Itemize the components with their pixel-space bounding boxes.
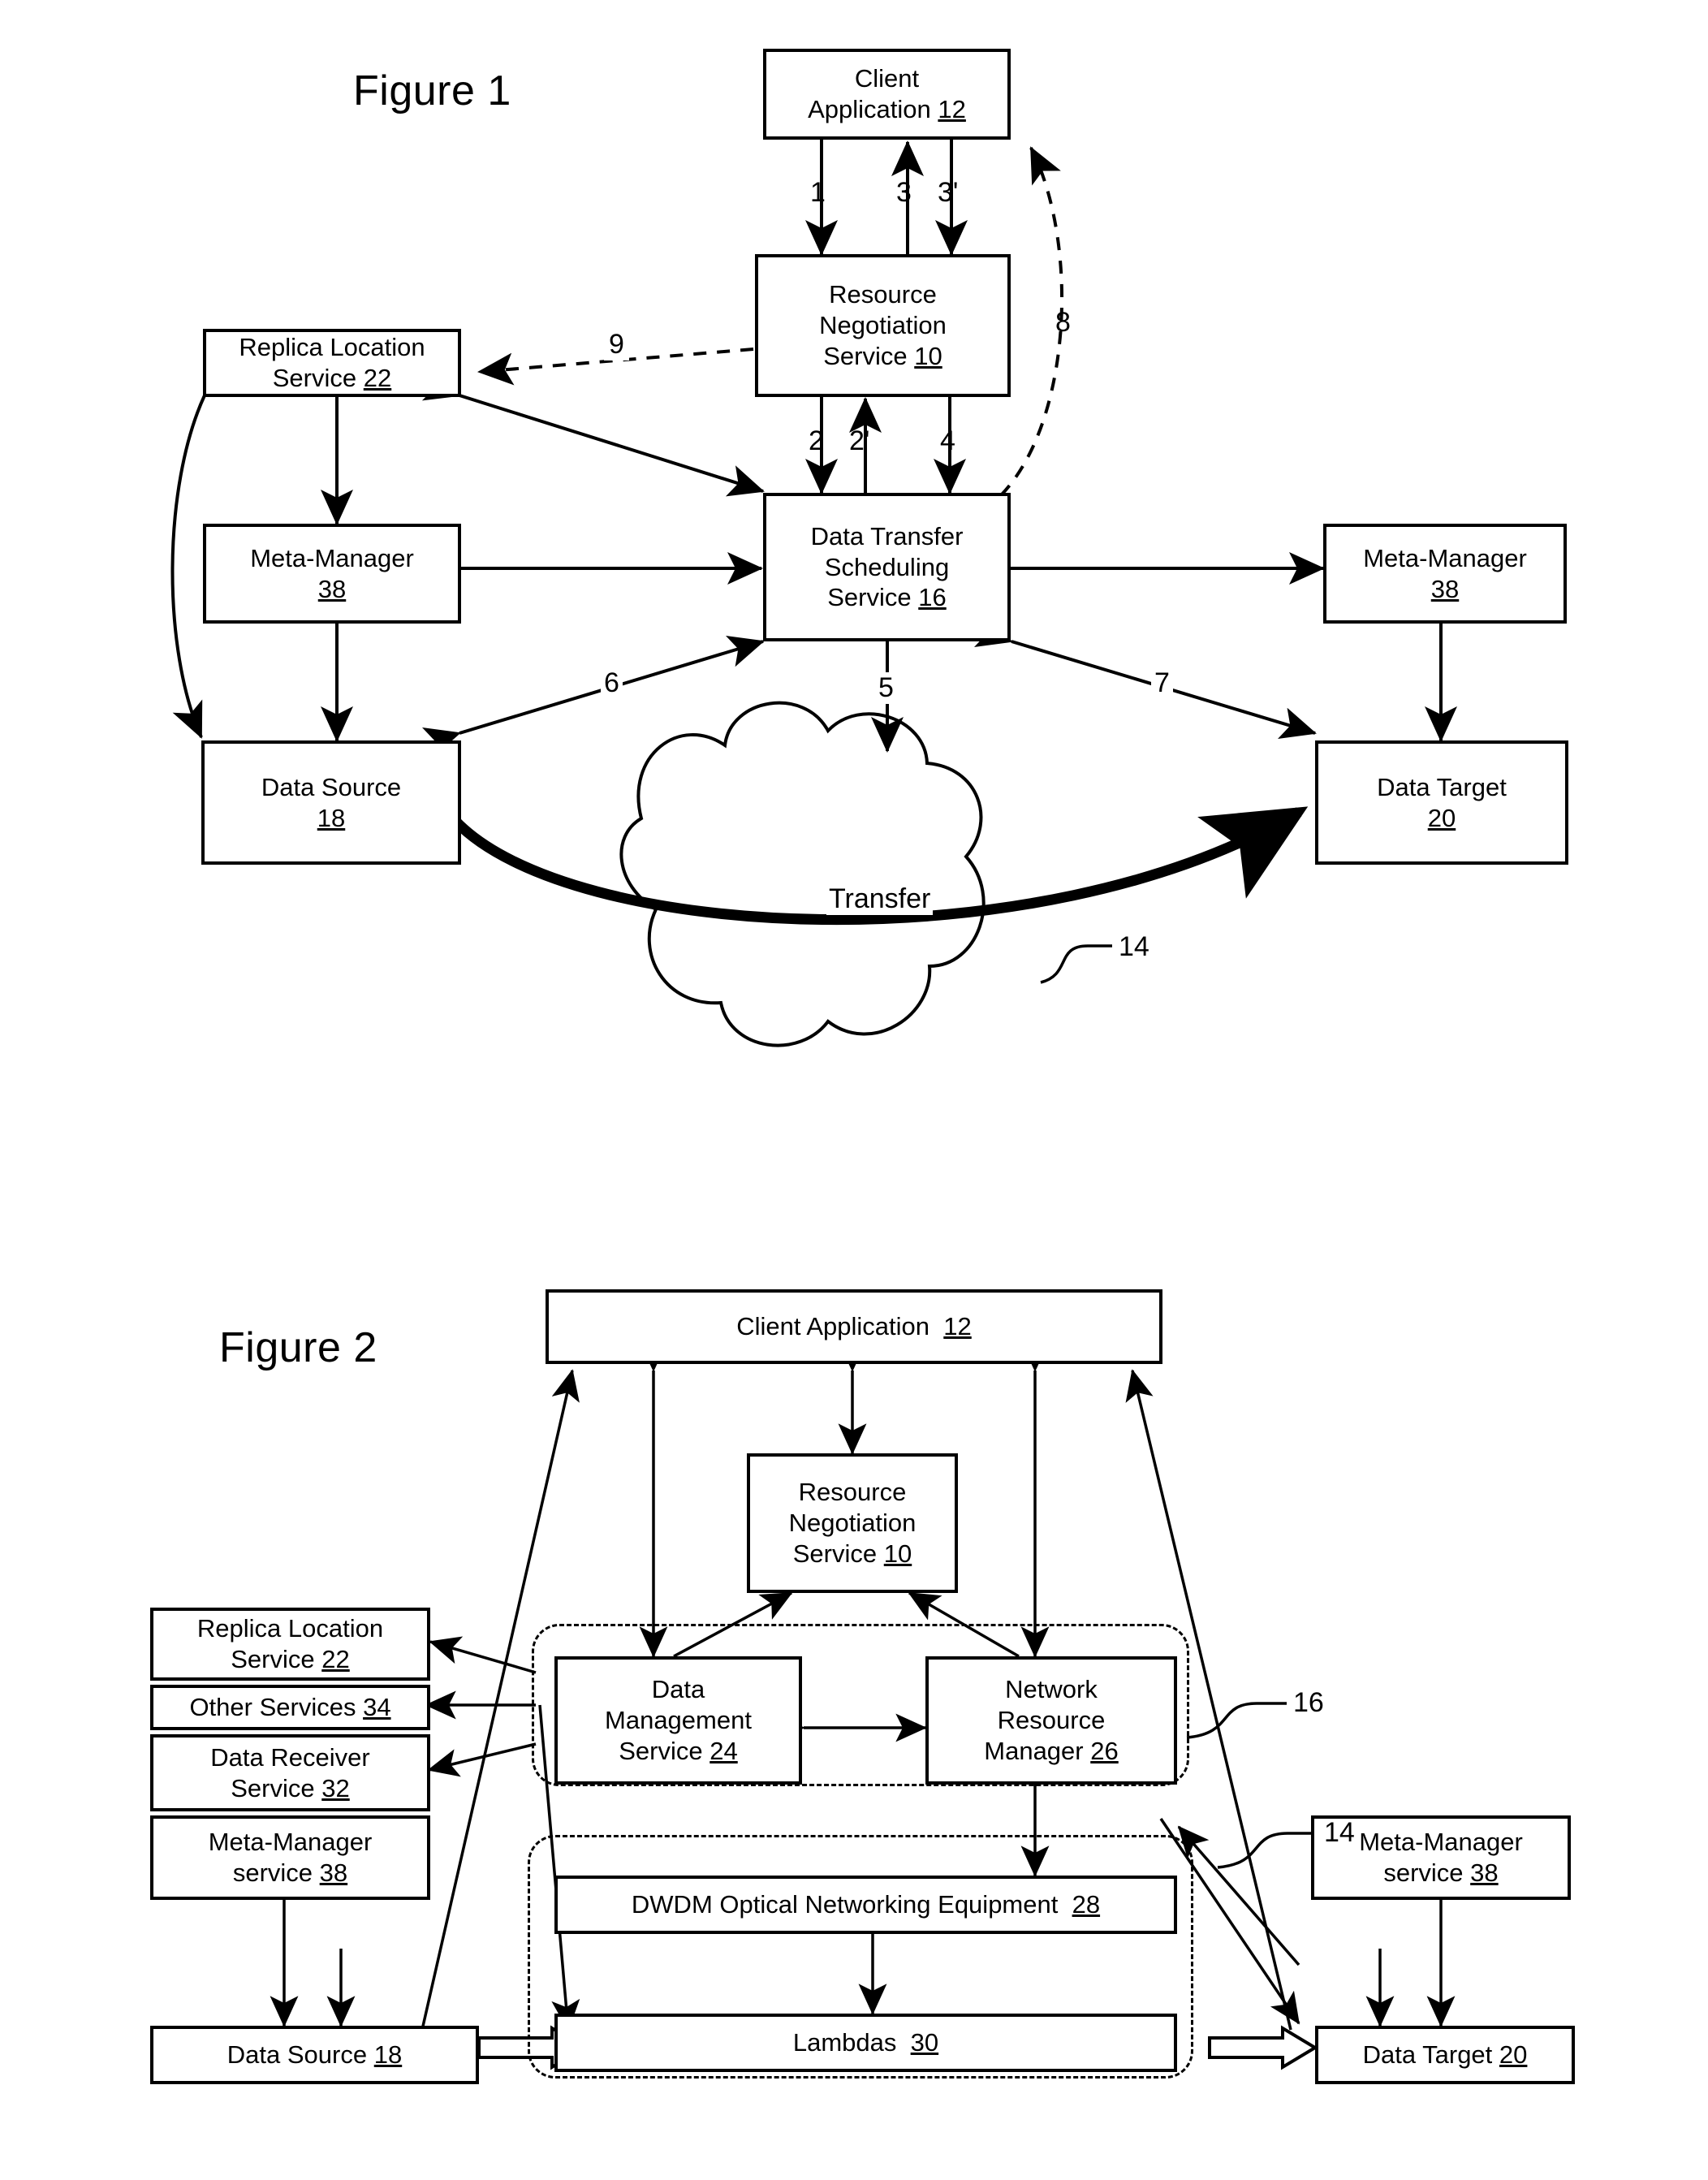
fig2-other-services-ref: 34 (363, 1693, 391, 1722)
fig2-dms-ref: 24 (710, 1736, 738, 1765)
fig2-meta-manager-left-box[interactable]: Meta-Manager service 38 (150, 1815, 430, 1900)
fig2-dms-line3: Service 24 (619, 1736, 738, 1765)
fig2-data-target-line: Data Target 20 (1362, 2040, 1528, 2070)
fig2-data-target-ref: 20 (1499, 2040, 1528, 2070)
fig2-drs-line2: Service 32 (231, 1773, 350, 1802)
fig2-mml-ref: 38 (319, 1858, 348, 1887)
fig2-client-application-ref: 12 (943, 1312, 972, 1341)
fig2-network-resource-manager-box[interactable]: Network Resource Manager 26 (925, 1656, 1177, 1785)
fig2-mmr-ref: 38 (1470, 1858, 1499, 1887)
fig2-rns-line2: Negotiation (788, 1509, 917, 1538)
fig2-dms-line1: Data (651, 1675, 705, 1704)
fig2-nrm-ref: 26 (1090, 1736, 1119, 1765)
fig2-nrm-line3: Manager 26 (984, 1736, 1119, 1765)
fig2-drs-ref: 32 (321, 1773, 350, 1802)
fig2-rls-line2: Service 22 (231, 1645, 350, 1673)
fig2-mmr-line2: service 38 (1383, 1858, 1499, 1887)
fig2-rns-ref: 10 (883, 1539, 912, 1568)
fig2-client-application-line: Client Application 12 (736, 1312, 972, 1341)
fig2-drs-line1: Data Receiver (210, 1742, 370, 1772)
fig2-dwdm-line: DWDM Optical Networking Equipment 28 (631, 1890, 1101, 1919)
fig2-data-target-box[interactable]: Data Target 20 (1315, 2026, 1575, 2084)
fig2-lambdas-ref: 30 (910, 2028, 939, 2057)
fig2-lambdas-line: Lambdas 30 (792, 2028, 939, 2057)
fig2-ref-label-14: 14 (1324, 1817, 1355, 1848)
fig2-nrm-line1: Network (1005, 1675, 1098, 1704)
fig2-resource-negotiation-box[interactable]: Resource Negotiation Service 10 (747, 1453, 958, 1593)
fig2-dms-line2: Management (605, 1706, 752, 1735)
fig2-dwdm-box[interactable]: DWDM Optical Networking Equipment 28 (554, 1876, 1177, 1934)
fig2-ref-label-16: 16 (1293, 1687, 1324, 1718)
fig2-data-source-ref: 18 (373, 2040, 403, 2070)
fig2-rns-line1: Resource (798, 1478, 907, 1507)
fig2-mml-line2: service 38 (232, 1858, 348, 1887)
figure-2-title: Figure 2 (219, 1324, 377, 1371)
fig2-client-application-box[interactable]: Client Application 12 (546, 1289, 1162, 1364)
fig2-mmr-line1: Meta-Manager (1359, 1828, 1523, 1857)
fig2-data-source-line: Data Source 18 (226, 2040, 403, 2070)
fig2-rls-ref: 22 (321, 1645, 350, 1673)
figure-2: Figure 2 Client Application 12 Resource … (0, 0, 1708, 2180)
fig2-replica-location-box[interactable]: Replica Location Service 22 (150, 1608, 430, 1681)
fig2-mml-line1: Meta-Manager (208, 1828, 373, 1857)
fig2-rns-line3: Service 10 (792, 1539, 912, 1568)
fig2-rls-line1: Replica Location (196, 1614, 384, 1643)
fig2-data-management-service-box[interactable]: Data Management Service 24 (554, 1656, 802, 1785)
fig2-data-receiver-box[interactable]: Data Receiver Service 32 (150, 1734, 430, 1811)
fig2-data-source-box[interactable]: Data Source 18 (150, 2026, 479, 2084)
fig2-lambdas-box[interactable]: Lambdas 30 (554, 2014, 1177, 2072)
fig2-other-services-line: Other Services 34 (189, 1693, 391, 1722)
fig2-nrm-line2: Resource (997, 1706, 1106, 1735)
fig2-dwdm-ref: 28 (1072, 1890, 1101, 1919)
fig2-other-services-box[interactable]: Other Services 34 (150, 1685, 430, 1730)
